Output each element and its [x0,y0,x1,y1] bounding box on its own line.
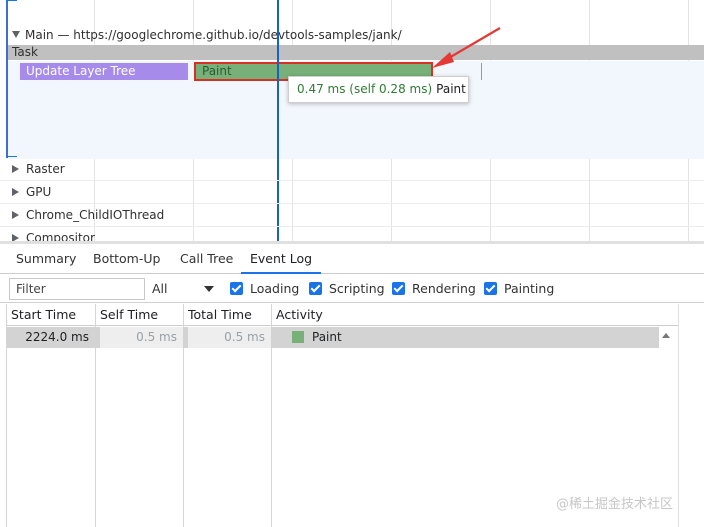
checkbox-checked-icon[interactable] [392,282,405,295]
thread-label: Chrome_ChildIOThread [26,208,165,222]
row-self-time: 0.5 ms [100,327,183,348]
details-panel: Summary Bottom-Up Call Tree Event Log Al… [0,244,704,527]
thread-row-gpu[interactable]: GPU [12,184,51,200]
task-event-bar[interactable]: Task [8,45,704,60]
tooltip-duration: 0.47 ms (self 0.28 ms) [297,82,433,96]
expand-triangle-icon[interactable] [12,188,19,196]
thread-divider [0,226,704,227]
tab-event-log[interactable]: Event Log [241,244,322,274]
expand-triangle-icon[interactable] [12,165,19,173]
column-header-start-time[interactable]: Start Time [7,304,96,326]
column-header-activity[interactable]: Activity [272,304,678,326]
expand-triangle-icon[interactable] [12,31,20,38]
tooltip-event-name: Paint [436,82,466,96]
checkbox-label: Rendering [412,281,476,296]
thread-row-raster[interactable]: Raster [12,161,65,177]
loading-checkbox[interactable]: Loading [230,280,299,298]
checkbox-checked-icon[interactable] [484,282,497,295]
table-left-edge [6,304,7,527]
main-track-bracket-top [6,0,17,1]
row-activity: Paint [292,327,652,348]
right-gutter [678,304,704,527]
category-select[interactable]: All [152,278,218,300]
column-header-self-time[interactable]: Self Time [96,304,184,326]
thread-divider [0,203,704,204]
main-track-title: Main — https://googlechrome.github.io/de… [25,28,402,42]
row-activity-label: Paint [312,330,342,344]
tab-call-tree[interactable]: Call Tree [180,244,233,274]
main-track-bracket-bottom [6,156,17,157]
thread-divider [0,180,704,181]
checkbox-label: Loading [250,281,300,296]
details-tab-bar: Summary Bottom-Up Call Tree Event Log [0,244,704,274]
thread-label: GPU [26,185,52,199]
timeline-flamechart[interactable]: Main — https://googlechrome.github.io/de… [0,0,704,244]
main-track-bracket [6,0,8,158]
rendering-checkbox[interactable]: Rendering [392,280,476,298]
timeline-cursor-line [277,0,279,244]
event-tooltip: 0.47 ms (self 0.28 ms) Paint [288,76,469,103]
main-track-header[interactable]: Main — https://googlechrome.github.io/de… [12,28,402,42]
checkbox-checked-icon[interactable] [309,282,322,295]
checkbox-label: Scripting [329,281,385,296]
row-total-time: 0.5 ms [188,327,271,348]
checkbox-checked-icon[interactable] [230,282,243,295]
filter-input[interactable] [9,278,145,300]
expand-triangle-icon[interactable] [12,211,19,219]
scroll-up-arrow-icon[interactable] [662,333,670,338]
thread-row-chrome-childiothread[interactable]: Chrome_ChildIOThread [12,207,164,223]
scripting-checkbox[interactable]: Scripting [309,280,385,298]
category-select-value: All [152,281,168,296]
watermark: @稀土掘金技术社区 [556,497,674,512]
tab-bottom-up[interactable]: Bottom-Up [93,244,160,274]
event-log-toolbar: All Loading Scripting Rendering Painting [0,275,704,303]
painting-checkbox[interactable]: Painting [484,280,554,298]
thread-label: Raster [26,162,65,176]
update-layer-tree-event-bar[interactable]: Update Layer Tree [20,63,188,80]
chevron-down-icon [204,286,214,292]
paint-category-swatch-icon [292,331,304,343]
column-header-total-time[interactable]: Total Time [184,304,272,326]
checkbox-label: Painting [504,281,555,296]
tab-summary[interactable]: Summary [16,244,76,274]
red-arrow-annotation-icon [432,27,501,68]
row-start-time: 2224.0 ms [25,330,89,344]
